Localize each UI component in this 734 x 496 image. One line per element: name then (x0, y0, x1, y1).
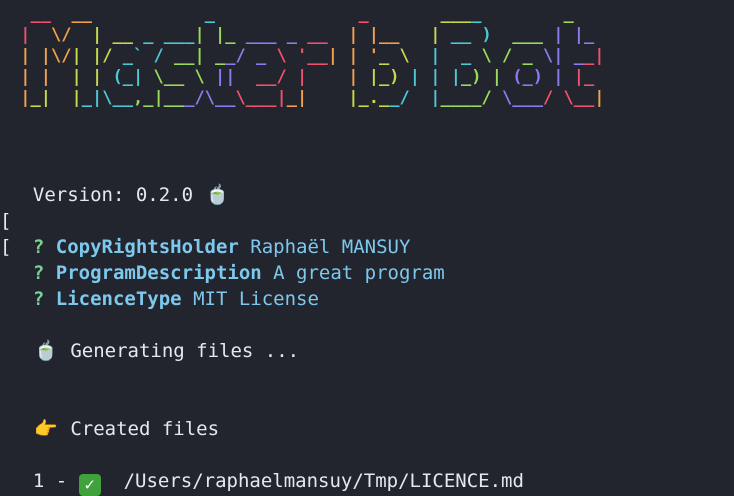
version-line: Version: 0.2.0 🍵 (10, 156, 231, 208)
check-mark-icon: ✓ (78, 474, 101, 496)
pointing-hand-icon: 👉 (34, 418, 58, 440)
created-line: 👉 Created files (10, 390, 219, 442)
prompt-key: LicenceType (55, 288, 182, 310)
created-text: Created files (70, 418, 220, 440)
file-index: 1 - (32, 470, 68, 492)
prompt-value: MIT License (193, 288, 319, 310)
banner-line: __ __ _ _ ____ _ (30, 4, 574, 24)
tea-cup-icon: 🍵 (34, 340, 58, 362)
tea-cup-icon: 🍵 (205, 184, 230, 206)
prompt-licence-type: ? LicenceType MIT License (10, 260, 319, 312)
created-file-row: 1 - ✓ /Users/raphaelmansuy/Tmp/LICENCE.m… (10, 442, 524, 496)
file-path: /Users/raphaelmansuy/Tmp/LICENCE.md (123, 470, 524, 492)
banner-line: | |\/| |/ _` / __| __/ _ \ '__| | '_ \ |… (20, 46, 605, 66)
version-text: Version: 0.2.0 (32, 184, 194, 206)
banner-line: |_| |_|\__,_|___/\__\___|_| |_.__/ |____… (20, 88, 605, 108)
question-mark: ? (32, 288, 45, 310)
ascii-art-banner: __ __ _ _ ____ _ | \/ | __ _ ___| |_ ___… (10, 4, 605, 109)
generating-text: Generating files ... (70, 340, 300, 362)
banner-line: | | | | (_| \__ \ || __/ | | |_) | | |_)… (20, 67, 595, 87)
generating-line: 🍵 Generating files ... (10, 312, 299, 364)
banner-line: | \/ | __ _ ___| |_ ___ _ __ | |__ | __ … (20, 25, 595, 45)
